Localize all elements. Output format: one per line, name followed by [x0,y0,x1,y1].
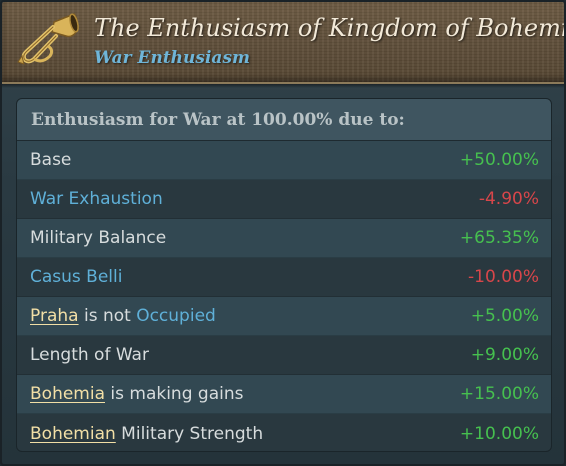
modifier-value: +15.00% [459,384,539,404]
modifier-row-occupation: Praha is not Occupied +5.00% [17,297,551,336]
modifier-label: Bohemia is making gains [30,384,243,404]
enthusiasm-breakdown-panel: Enthusiasm for War at 100.00% due to: Ba… [16,98,552,452]
modifier-row-making-gains: Bohemia is making gains +15.00% [17,375,551,414]
modifier-label: Bohemian Military Strength [30,424,263,444]
modifier-label: Military Balance [30,228,167,248]
modifier-row-casus-belli: Casus Belli -10.00% [17,258,551,297]
modifier-row-war-exhaustion: War Exhaustion -4.90% [17,180,551,219]
casus-belli-link[interactable]: Casus Belli [30,267,122,287]
modifier-row-base: Base +50.00% [17,141,551,180]
modifier-row-military-strength: Bohemian Military Strength +10.00% [17,414,551,451]
modifier-list: Base +50.00% War Exhaustion -4.90% Milit… [17,141,551,451]
modifier-text: Military Strength [115,423,264,444]
modifier-value: +10.00% [459,423,539,444]
modifier-value: +9.00% [470,345,539,365]
location-link-praha[interactable]: Praha [30,306,79,326]
modifier-value: +5.00% [470,306,539,326]
occupied-link[interactable]: Occupied [136,306,216,326]
tooltip-subtitle: War Enthusiasm [94,48,250,68]
modifier-row-military-balance: Military Balance +65.35% [17,219,551,258]
modifier-value: -10.00% [468,267,539,287]
tooltip-title: The Enthusiasm of Kingdom of Bohemia [94,14,566,42]
modifier-label: Length of War [30,345,149,365]
modifier-text: is not [78,306,137,326]
bugle-icon [17,13,79,65]
modifier-value: -4.90% [478,189,539,209]
country-link-bohemian[interactable]: Bohemian [30,424,116,444]
war-exhaustion-link[interactable]: War Exhaustion [30,189,163,209]
modifier-label: Base [30,150,72,170]
breakdown-heading: Enthusiasm for War at 100.00% due to: [17,99,551,141]
modifier-value: +65.35% [459,228,539,248]
modifier-label: Praha is not Occupied [30,306,216,326]
modifier-text: is making gains [105,384,244,404]
country-link-bohemia[interactable]: Bohemia [30,384,105,404]
tooltip-header: The Enthusiasm of Kingdom of Bohemia War… [2,2,566,88]
modifier-value: +50.00% [459,150,539,170]
war-enthusiasm-tooltip: The Enthusiasm of Kingdom of Bohemia War… [0,0,566,466]
modifier-row-length-of-war: Length of War +9.00% [17,336,551,375]
